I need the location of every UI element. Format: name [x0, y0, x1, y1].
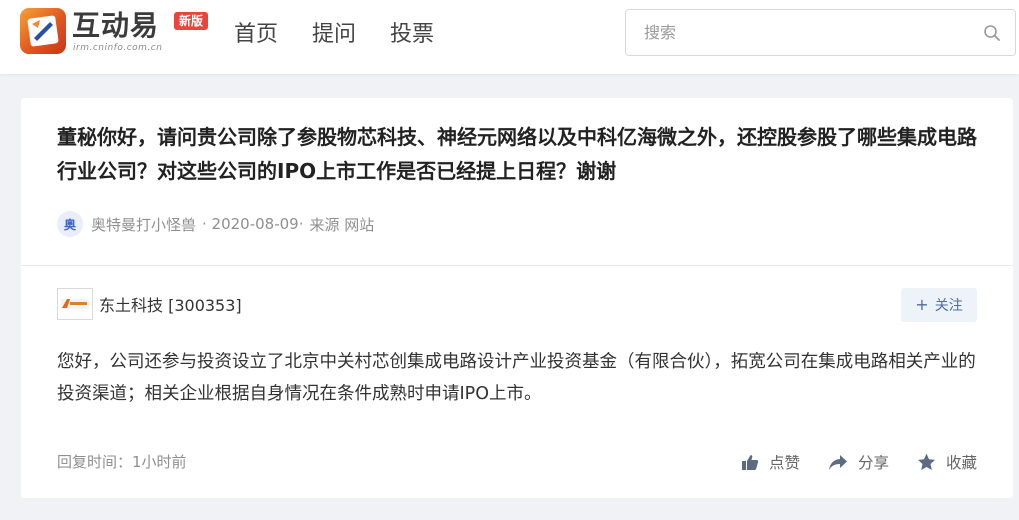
thumbs-up-icon [741, 454, 759, 470]
company-name[interactable]: 东土科技 [300353] [99, 292, 242, 316]
reply-time: 回复时间：1小时前 [57, 453, 187, 471]
share-label: 分享 [857, 454, 889, 472]
search-icon[interactable] [983, 24, 1001, 42]
share-icon [828, 454, 847, 470]
follow-button[interactable]: + 关注 [901, 288, 977, 322]
avatar[interactable]: 奥 [57, 211, 83, 237]
plus-icon: + [915, 295, 929, 314]
search-box [625, 9, 1016, 56]
collect-label: 收藏 [945, 454, 977, 472]
top-header: 互动易 新版 irm.cninfo.com.cn 首页 提问 投票 [0, 0, 1019, 74]
like-button[interactable]: 点赞 [741, 451, 800, 473]
logo-domain: irm.cninfo.com.cn [73, 43, 163, 53]
nav-ask[interactable]: 提问 [312, 20, 356, 50]
share-button[interactable]: 分享 [828, 451, 889, 473]
star-icon [917, 453, 935, 470]
question-author[interactable]: 奥特曼打小怪兽 [91, 214, 196, 235]
new-version-badge: 新版 [174, 12, 209, 30]
logo-icon [20, 8, 66, 54]
company-info[interactable]: 东土科技 [300353] [57, 288, 242, 320]
answer-card: 东土科技 [300353] + 关注 您好，公司还参与投资设立了北京中关村芯创集… [21, 266, 1013, 498]
logo-title: 互动易 [72, 9, 160, 42]
question-text: 董秘你好，请问贵公司除了参股物芯科技、神经元网络以及中科亿海微之外，还控股参股了… [57, 125, 977, 183]
nav-home[interactable]: 首页 [234, 20, 278, 50]
question-date: · 2020-08-09· [202, 215, 304, 233]
like-label: 点赞 [768, 454, 800, 472]
company-logo [57, 288, 93, 320]
follow-label: 关注 [934, 298, 963, 314]
answer-text: 您好，公司还参与投资设立了北京中关村芯创集成电路设计产业投资基金（有限合伙），拓… [57, 352, 976, 404]
main-nav: 首页 提问 投票 [234, 20, 434, 50]
nav-vote[interactable]: 投票 [390, 20, 434, 50]
question-card: 董秘你好，请问贵公司除了参股物芯科技、神经元网络以及中科亿海微之外，还控股参股了… [21, 98, 1013, 265]
site-logo[interactable]: 互动易 新版 irm.cninfo.com.cn [20, 8, 215, 58]
search-input[interactable] [626, 10, 966, 55]
answer-actions: 点赞 分享 收藏 [741, 451, 977, 473]
collect-button[interactable]: 收藏 [917, 451, 977, 473]
question-source: 来源 网站 [309, 215, 375, 234]
question-meta: 奥 奥特曼打小怪兽 · 2020-08-09· 来源 网站 [57, 211, 374, 237]
